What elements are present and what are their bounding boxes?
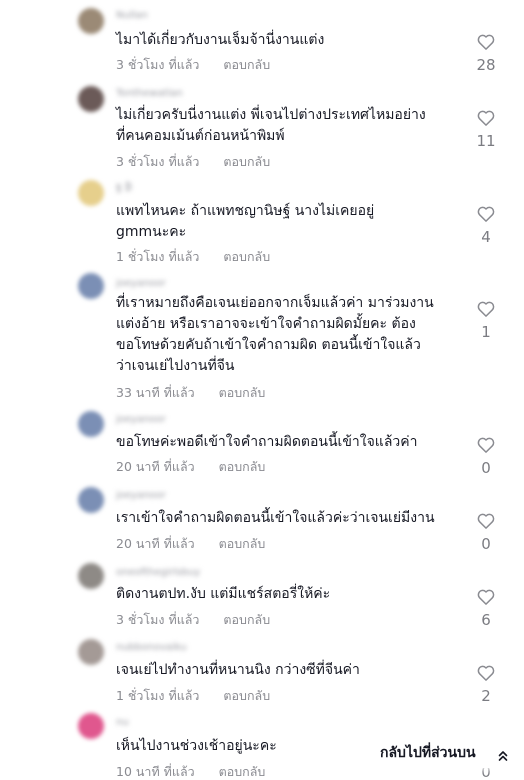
comment-time: 3 ชั่วโมง ที่แล้ว [116,154,200,169]
like-button[interactable]: 0 [470,436,502,477]
reply-button[interactable]: ตอบกลับ [219,764,266,779]
comment-meta: 3 ชั่วโมง ที่แล้ว ตอบกลับ [116,612,270,628]
avatar[interactable] [78,273,104,299]
like-button[interactable]: 2 [470,664,502,705]
avatar[interactable] [78,487,104,513]
heart-icon [477,513,495,529]
heart-icon [477,34,495,50]
heart-icon [477,301,495,317]
comment-list: Nullan ไมาได้เกี่ยวกับงานเจ็มจ้านี่งานแต… [0,0,524,780]
reply-button[interactable]: ตอบกลับ [223,57,270,72]
like-count: 28 [476,56,496,74]
back-to-top-button[interactable]: กลับไปที่ส่วนบน [374,738,516,768]
comment-text: ขอโทษค่ะพอดีเข้าใจคำถามผิดตอนนี้เข้าใจแล… [116,434,418,450]
comment-meta: 20 นาที ที่แล้ว ตอบกลับ [116,459,265,475]
back-to-top-label: กลับไปที่ส่วนบน [380,745,476,761]
comment-text: ติดงานตปท.งับ แต่มีแชร์สตอรี่ให้ค่ะ [116,586,331,602]
like-button[interactable]: 1 [470,300,502,341]
like-count: 2 [481,687,491,705]
comment-username[interactable]: joeyanoor [116,414,166,426]
comment-time: 3 ชั่วโมง ที่แล้ว [116,57,200,72]
like-button[interactable]: 4 [470,205,502,246]
comment-meta: 20 นาที ที่แล้ว ตอบกลับ [116,536,265,552]
comment-username[interactable]: nu [116,717,129,729]
comment-text: ที่เราหมายถึงคือเจนเย่ออกจากเจ็มแล้วค่า … [116,295,434,374]
comment-time: 3 ชั่วโมง ที่แล้ว [116,612,200,627]
comment-time: 1 ชั่วโมง ที่แล้ว [116,688,200,703]
heart-icon [477,110,495,126]
like-count: 1 [481,323,491,341]
like-button[interactable]: 0 [470,512,502,553]
comment-text: เจนเย่ไปทำงานที่หนานนิง กว่างซีที่จีนค่า [116,662,360,678]
comment-username[interactable]: oneofthegirlsbuy [116,567,200,579]
reply-button[interactable]: ตอบกลับ [219,385,266,400]
reply-button[interactable]: ตอบกลับ [219,536,266,551]
comment-meta: 3 ชั่วโมง ที่แล้ว ตอบกลับ [116,57,270,73]
like-count: 4 [481,228,491,246]
reply-button[interactable]: ตอบกลับ [223,688,270,703]
comment-meta: 1 ชั่วโมง ที่แล้ว ตอบกลับ [116,688,270,704]
reply-button[interactable]: ตอบกลับ [223,612,270,627]
heart-icon [477,206,495,222]
comment-text: ไม่เกี่ยวครับนี่งานแต่ง พี่เจนไปต่างประเ… [116,107,426,144]
like-count: 0 [481,459,491,477]
comment-time: 20 นาที ที่แล้ว [116,459,195,474]
reply-button[interactable]: ตอบกลับ [223,249,270,264]
avatar[interactable] [78,639,104,665]
comment-meta: 1 ชั่วโมง ที่แล้ว ตอบกลับ [116,249,270,265]
like-count: 6 [481,611,491,629]
comment-username[interactable]: joeyanoor [116,490,166,502]
avatar[interactable] [78,563,104,589]
avatar[interactable] [78,180,104,206]
heart-icon [477,665,495,681]
comment-username[interactable]: Tonthewatlan [116,88,183,100]
reply-button[interactable]: ตอบกลับ [219,459,266,474]
comment-time: 1 ชั่วโมง ที่แล้ว [116,249,200,264]
comment-username[interactable]: Nullan [116,10,148,22]
like-count: 0 [481,535,491,553]
comment-meta: 10 นาที ที่แล้ว ตอบกลับ [116,764,265,780]
comment-text: แพทไหนคะ ถ้าแพทชญานิษฐ์ นางไม่เคยอยู่ gm… [116,203,375,240]
like-button[interactable]: 28 [470,33,502,74]
avatar[interactable] [78,411,104,437]
heart-icon [477,589,495,605]
double-chevron-up-icon [498,747,508,766]
heart-icon [477,437,495,453]
comment-username[interactable]: nubbonovaiku [116,642,187,654]
comment-time: 10 นาที ที่แล้ว [116,764,195,779]
reply-button[interactable]: ตอบกลับ [223,154,270,169]
comment-meta: 33 นาที ที่แล้ว ตอบกลับ [116,385,265,401]
avatar[interactable] [78,8,104,34]
comment-time: 20 นาที ที่แล้ว [116,536,195,551]
avatar[interactable] [78,86,104,112]
avatar[interactable] [78,713,104,739]
comment-text: เราเข้าใจคำถามผิดตอนนี้เข้าใจแล้วค่ะว่าเ… [116,510,435,526]
like-button[interactable]: 11 [470,109,502,150]
comment-meta: 3 ชั่วโมง ที่แล้ว ตอบกลับ [116,154,270,170]
comment-text: ไมาได้เกี่ยวกับงานเจ็มจ้านี่งานแต่ง [116,32,325,48]
like-button[interactable]: 6 [470,588,502,629]
comment-time: 33 นาที ที่แล้ว [116,385,195,400]
like-count: 11 [476,132,496,150]
comment-username[interactable]: joeyanoor [116,278,166,290]
comment-username[interactable]: ฐ ₿ [116,182,132,194]
